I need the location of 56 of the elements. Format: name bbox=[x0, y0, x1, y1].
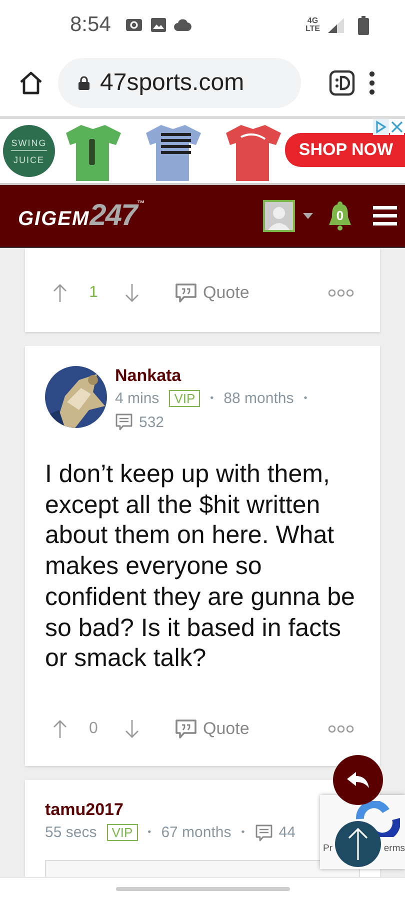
comment-icon bbox=[115, 413, 133, 431]
upvote-arrow-icon[interactable] bbox=[53, 718, 67, 739]
quote-button[interactable]: Quote bbox=[175, 718, 250, 739]
member-tenure: 88 months bbox=[224, 390, 294, 407]
post-time: 55 secs bbox=[45, 824, 97, 842]
brand-logo[interactable]: SWING JUICE bbox=[3, 125, 55, 177]
radio-icon bbox=[124, 18, 143, 32]
clock-time: 8:54 bbox=[70, 13, 111, 37]
emoji-tab-icon[interactable] bbox=[329, 70, 355, 96]
more-options-icon[interactable] bbox=[328, 289, 354, 297]
quote-icon bbox=[175, 283, 197, 303]
cloud-icon bbox=[174, 19, 192, 31]
network-type: 4G LTE bbox=[305, 17, 320, 33]
separator-dot: • bbox=[304, 393, 308, 404]
comment-count: 44 bbox=[278, 824, 296, 842]
vip-badge: VIP bbox=[169, 390, 200, 407]
comment-count: 532 bbox=[139, 414, 164, 430]
menu-icon[interactable] bbox=[373, 206, 397, 226]
quote-icon bbox=[175, 718, 197, 739]
separator-dot: • bbox=[241, 827, 245, 838]
terms-link[interactable]: erms bbox=[384, 843, 405, 854]
up-arrow-icon bbox=[348, 827, 368, 861]
caret-icon[interactable] bbox=[303, 213, 313, 219]
battery-icon bbox=[358, 16, 369, 34]
post-time: 4 mins bbox=[115, 390, 160, 407]
post-text: I don’t keep up with them, except all the $hit written about them on here. What makes everyone so confident they are gunna be so bad? Is it based in facts or smack talk? bbox=[45, 459, 356, 674]
quote-button[interactable]: Quote bbox=[175, 283, 250, 303]
downvote-arrow-icon[interactable] bbox=[125, 718, 139, 739]
signal-icon bbox=[328, 18, 344, 32]
bell-icon bbox=[327, 201, 353, 231]
more-icon[interactable] bbox=[369, 71, 375, 95]
gesture-handle[interactable] bbox=[116, 887, 290, 891]
more-options-icon[interactable] bbox=[328, 724, 354, 733]
image-icon bbox=[150, 18, 166, 32]
author-name[interactable]: tamu2017 bbox=[45, 800, 296, 820]
vote-score: 1 bbox=[89, 284, 99, 302]
ad-choices-icon[interactable] bbox=[373, 119, 389, 135]
address-bar[interactable]: 47sports.com bbox=[58, 58, 301, 108]
author-name[interactable]: Nankata bbox=[115, 366, 335, 386]
separator-dot: • bbox=[148, 827, 152, 838]
lock-icon bbox=[78, 76, 90, 90]
upvote-arrow-icon[interactable] bbox=[53, 283, 67, 303]
privacy-link[interactable]: Pr bbox=[323, 843, 332, 854]
reply-arrow-icon bbox=[347, 772, 369, 788]
vip-badge: VIP bbox=[106, 824, 138, 842]
home-icon[interactable] bbox=[18, 71, 44, 95]
recaptcha-icon bbox=[356, 801, 400, 837]
vote-score: 0 bbox=[89, 720, 99, 738]
downvote-arrow-icon[interactable] bbox=[125, 283, 139, 303]
comment-icon bbox=[254, 824, 273, 842]
member-tenure: 67 months bbox=[161, 824, 232, 842]
site-logo[interactable]: GIGEM247™ bbox=[18, 199, 145, 233]
user-avatar-icon[interactable] bbox=[263, 200, 295, 232]
separator-dot: • bbox=[210, 393, 214, 404]
shop-now-button[interactable]: SHOP NOW bbox=[284, 133, 405, 167]
close-icon[interactable] bbox=[390, 119, 404, 135]
